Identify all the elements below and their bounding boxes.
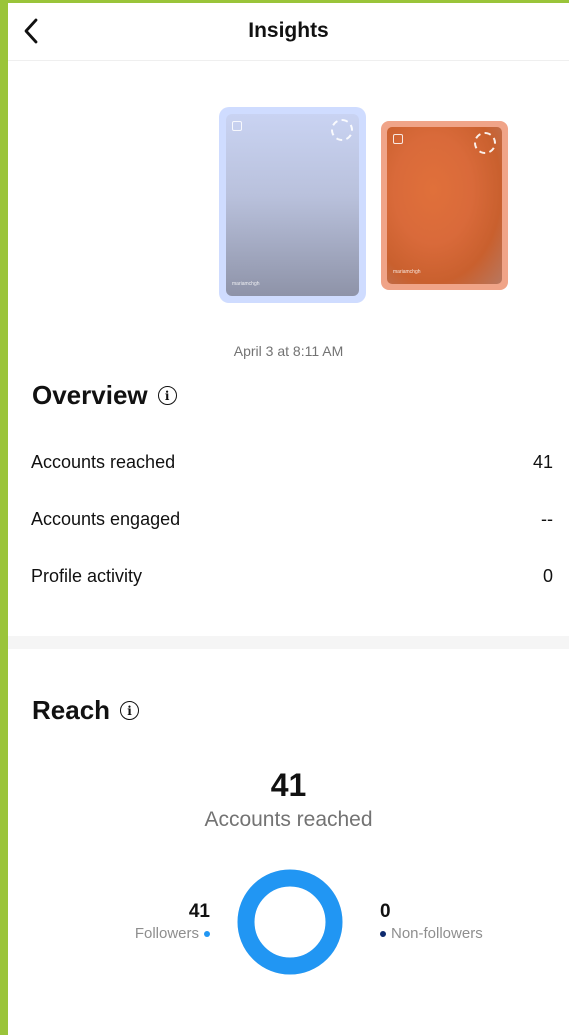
row-label: Profile activity (31, 565, 143, 586)
reach-title: Reach (32, 695, 111, 725)
reach-total: 41 (270, 767, 307, 803)
story-thumbnail-selected[interactable]: mariamchgh (219, 107, 366, 303)
followers-legend-dot (204, 930, 210, 937)
followers-stat: 41 Followers (135, 901, 210, 942)
row-label: Accounts engaged (31, 508, 181, 529)
story-username: mariamchgh (393, 269, 421, 275)
overview-row-accounts-engaged[interactable]: Accounts engaged -- (31, 504, 553, 534)
overview-row-profile-activity[interactable]: Profile activity 0 (31, 561, 553, 591)
story-ring-icon (474, 132, 496, 154)
row-label: Accounts reached (31, 451, 176, 472)
story-preview: mariamchgh (226, 114, 359, 296)
row-value: 41 (532, 451, 553, 472)
followers-count: 41 (188, 901, 210, 922)
section-divider (8, 636, 569, 649)
donut-segment-followers (237, 869, 343, 975)
info-icon[interactable]: i (157, 386, 177, 405)
insights-screen: Insights mariamchgh mariamchgh April 3 a… (8, 3, 569, 1035)
reach-heading: Reach i (32, 695, 140, 726)
story-ring-icon (331, 119, 353, 141)
info-icon[interactable]: i (120, 701, 140, 720)
overview-row-accounts-reached[interactable]: Accounts reached 41 (31, 447, 553, 477)
non-followers-label: Non-followers (391, 925, 483, 942)
header: Insights (8, 3, 569, 61)
overview-title: Overview (32, 380, 148, 410)
camera-icon (232, 121, 242, 131)
story-preview: mariamchgh (387, 127, 502, 284)
reach-total-label: Accounts reached (204, 808, 373, 831)
camera-icon (393, 134, 403, 144)
row-value: -- (541, 508, 553, 529)
story-username: mariamchgh (232, 281, 260, 287)
overview-heading: Overview i (32, 380, 177, 411)
reach-donut-chart (237, 869, 343, 975)
story-thumbnail[interactable]: mariamchgh (381, 121, 508, 290)
non-followers-stat: 0 Non-followers (380, 901, 483, 942)
non-followers-count: 0 (380, 901, 391, 922)
followers-label: Followers (134, 925, 199, 942)
page-title: Insights (248, 19, 329, 42)
non-followers-legend-dot (380, 930, 386, 937)
post-date: April 3 at 8:11 AM (233, 343, 344, 359)
row-value: 0 (542, 565, 553, 586)
